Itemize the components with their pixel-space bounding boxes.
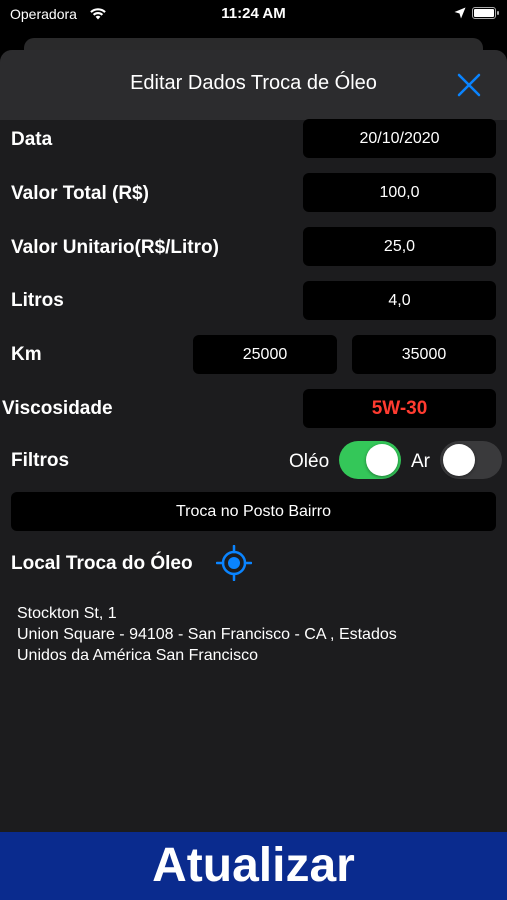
close-icon[interactable]: [456, 72, 482, 98]
place-name-field[interactable]: Troca no Posto Bairro: [11, 492, 496, 531]
km-label: Km: [11, 344, 42, 365]
viscosity-label: Viscosidade: [2, 398, 113, 419]
update-button[interactable]: Atualizar: [0, 832, 507, 900]
date-field[interactable]: 20/10/2020: [303, 119, 496, 158]
status-time: 11:24 AM: [221, 5, 286, 22]
location-label: Local Troca do Óleo: [11, 553, 193, 574]
locate-icon[interactable]: [216, 545, 252, 581]
date-label: Data: [11, 129, 53, 150]
total-label: Valor Total (R$): [11, 183, 149, 204]
status-bar: Operadora 11:24 AM: [0, 0, 507, 30]
location-arrow-icon: [454, 7, 466, 19]
update-button-label: Atualizar: [152, 839, 355, 892]
unit-price-field[interactable]: 25,0: [303, 227, 496, 266]
toggle-knob: [443, 444, 475, 476]
km-end-field[interactable]: 35000: [352, 335, 496, 374]
viscosity-field[interactable]: 5W-30: [303, 389, 496, 428]
toggle-knob: [366, 444, 398, 476]
total-field[interactable]: 100,0: [303, 173, 496, 212]
unit-price-label: Valor Unitario(R$/Litro): [11, 237, 219, 258]
page-title: Editar Dados Troca de Óleo: [130, 72, 377, 94]
oil-filter-toggle[interactable]: [339, 441, 401, 479]
air-filter-toggle[interactable]: [440, 441, 502, 479]
address-line: Unidos da América San Francisco: [17, 647, 258, 664]
km-start-field[interactable]: 25000: [193, 335, 337, 374]
oil-filter-label: Oléo: [289, 451, 330, 472]
sheet-header: Editar Dados Troca de Óleo: [0, 50, 507, 120]
liters-field[interactable]: 4,0: [303, 281, 496, 320]
air-filter-label: Ar: [411, 451, 430, 472]
address-line: Union Square - 94108 - San Francisco - C…: [17, 626, 397, 643]
filters-label: Filtros: [11, 450, 70, 471]
edit-sheet: Editar Dados Troca de Óleo Data 20/10/20…: [0, 50, 507, 832]
address-line: Stockton St, 1: [17, 605, 117, 622]
liters-label: Litros: [11, 290, 64, 311]
battery-icon: [472, 7, 499, 19]
address-text: Stockton St, 1 Union Square - 94108 - Sa…: [17, 603, 487, 666]
